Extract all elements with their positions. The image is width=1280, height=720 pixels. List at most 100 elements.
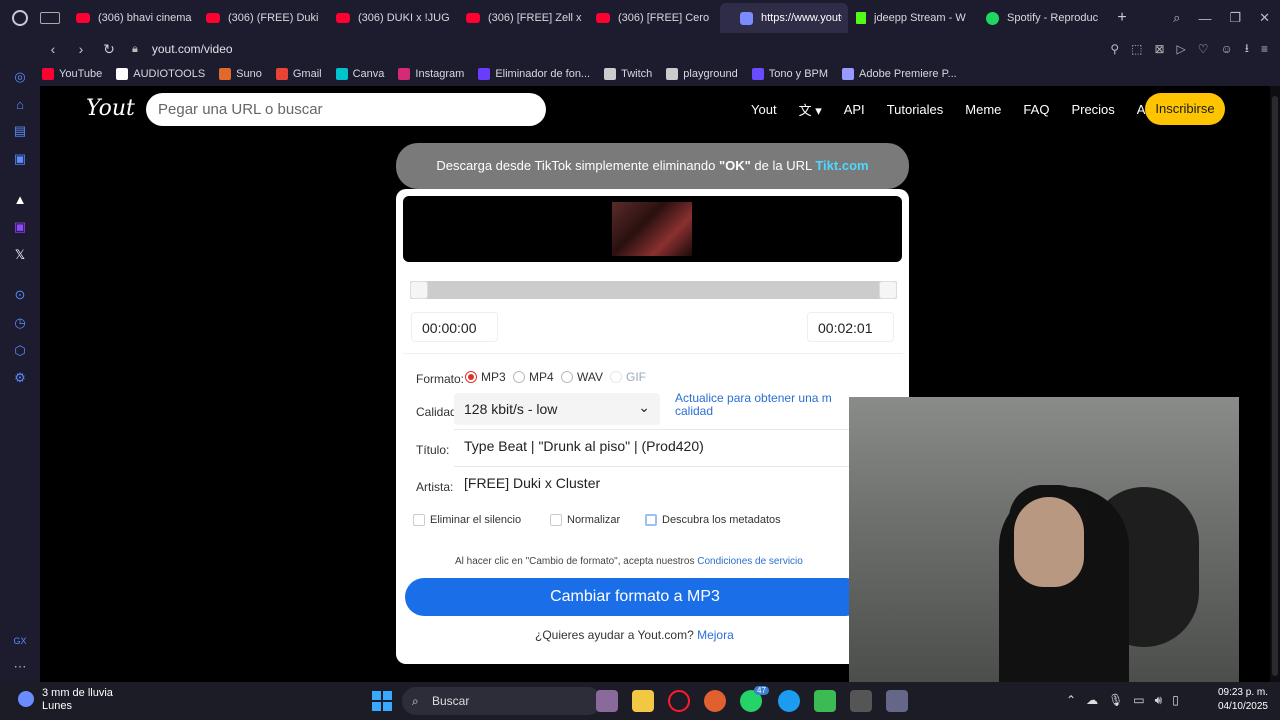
adblock-icon[interactable]: ⊠ bbox=[1154, 42, 1164, 56]
network-icon[interactable]: ▭ bbox=[1133, 693, 1144, 708]
player-icon[interactable]: ⊙ bbox=[13, 288, 27, 302]
bookmark-item[interactable]: YouTube bbox=[42, 68, 102, 80]
trim-start-handle[interactable] bbox=[410, 281, 428, 299]
settings-taskbar-icon[interactable] bbox=[886, 690, 908, 712]
opera-taskbar-icon[interactable] bbox=[668, 690, 690, 712]
x-icon[interactable]: 𝕏 bbox=[13, 248, 27, 262]
bookmark-item[interactable]: playground bbox=[666, 68, 738, 80]
url-search-input[interactable]: Pegar una URL o buscar bbox=[146, 93, 546, 126]
profile-icon[interactable]: ☺ bbox=[1221, 42, 1233, 56]
title-input[interactable]: Type Beat | "Drunk al piso" | (Prod420) bbox=[454, 429, 854, 461]
snapshot-icon[interactable]: ⬚ bbox=[1131, 42, 1142, 56]
messenger-icon[interactable]: ▣ bbox=[13, 152, 27, 166]
format-wav[interactable]: WAV bbox=[561, 370, 603, 384]
tab-switcher-icon[interactable] bbox=[40, 12, 60, 24]
nav-faq[interactable]: FAQ bbox=[1023, 102, 1049, 117]
play-icon[interactable]: ▷ bbox=[1177, 42, 1186, 56]
browser-tab[interactable]: (306) bhavi cinema bbox=[70, 3, 198, 33]
bookmark-item[interactable]: Adobe Premiere P... bbox=[842, 68, 957, 80]
windows-start-icon[interactable] bbox=[372, 691, 392, 711]
start-time-input[interactable]: 00:00:00 bbox=[411, 312, 498, 342]
browser-tab[interactable]: (306) [FREE] Zell x bbox=[460, 3, 588, 33]
maximize-button[interactable]: ❐ bbox=[1229, 10, 1241, 26]
mic-icon[interactable]: 🎙︎ bbox=[1108, 693, 1123, 708]
gx-icon[interactable]: GX bbox=[13, 634, 27, 648]
nav-tutorials[interactable]: Tutoriales bbox=[887, 102, 944, 117]
format-gif[interactable]: GIF bbox=[610, 370, 646, 384]
fruity-loops-icon[interactable] bbox=[704, 690, 726, 712]
scrollbar-thumb[interactable] bbox=[1272, 96, 1278, 676]
history-icon[interactable]: ◷ bbox=[13, 316, 27, 330]
search-tabs-icon[interactable]: ⌕ bbox=[1173, 10, 1180, 26]
browser-tab[interactable]: (306) DUKI x !JUG bbox=[330, 3, 458, 33]
task-view-icon[interactable] bbox=[596, 690, 618, 712]
format-mp4[interactable]: MP4 bbox=[513, 370, 554, 384]
metadata-checkbox[interactable]: Descubra los metadatos bbox=[645, 514, 781, 526]
page-scrollbar[interactable] bbox=[1270, 86, 1280, 682]
pin-icon[interactable]: ⚲ bbox=[1110, 42, 1119, 56]
bookmark-item[interactable]: Eliminador de fon... bbox=[478, 68, 590, 80]
url-field[interactable]: yout.com/video bbox=[152, 42, 233, 56]
improve-link[interactable]: Mejora bbox=[697, 628, 734, 642]
trim-end-handle[interactable] bbox=[879, 281, 897, 299]
heart-icon[interactable]: ♡ bbox=[1198, 42, 1209, 56]
browser-tab[interactable]: Spotify - Reproduc bbox=[980, 3, 1108, 33]
end-time-input[interactable]: 00:02:01 bbox=[807, 312, 894, 342]
artist-input[interactable]: [FREE] Duki x Cluster bbox=[454, 466, 854, 498]
yout-logo[interactable]: Yout bbox=[86, 96, 135, 121]
nav-api[interactable]: API bbox=[844, 102, 865, 117]
reload-icon[interactable]: ↻ bbox=[98, 41, 120, 58]
obs-icon[interactable] bbox=[850, 690, 872, 712]
video-thumbnail[interactable] bbox=[612, 202, 692, 256]
twitch-icon[interactable]: ▣ bbox=[13, 220, 27, 234]
language-icon[interactable]: 文 ▾ bbox=[799, 100, 822, 119]
bookmark-item[interactable]: Suno bbox=[219, 68, 262, 80]
trim-slider[interactable] bbox=[410, 281, 897, 299]
subscribe-button[interactable]: Inscribirse bbox=[1145, 93, 1225, 125]
nav-pricing[interactable]: Precios bbox=[1071, 102, 1114, 117]
extensions-icon[interactable]: ⬡ bbox=[13, 344, 27, 358]
quality-select[interactable]: 128 kbit/s - low ⌄ bbox=[454, 393, 660, 425]
bookmark-item[interactable]: Tono y BPM bbox=[751, 68, 828, 80]
arrow-app-icon[interactable]: ▲ bbox=[13, 193, 27, 207]
nav-meme[interactable]: Meme bbox=[965, 102, 1001, 117]
nav-yout[interactable]: Yout bbox=[751, 102, 777, 117]
chevron-up-icon[interactable]: ⌃ bbox=[1066, 693, 1076, 708]
browser-tab[interactable]: (306) [FREE] Cero bbox=[590, 3, 718, 33]
volume-icon[interactable]: 🔊︎ bbox=[1155, 693, 1163, 708]
file-explorer-icon[interactable] bbox=[632, 690, 654, 712]
terms-link[interactable]: Condiciones de servicio bbox=[697, 556, 803, 567]
browser-tab[interactable]: jdeepp Stream - W bbox=[850, 3, 978, 33]
clock[interactable]: 09:23 p. m. 04/10/2025 bbox=[1218, 686, 1268, 714]
bookmark-item[interactable]: Instagram bbox=[398, 68, 464, 80]
menu-icon[interactable]: ≡ bbox=[1261, 42, 1268, 56]
new-tab-button[interactable]: + bbox=[1110, 9, 1134, 27]
back-icon[interactable]: ‹ bbox=[42, 41, 64, 57]
cloud-icon[interactable]: ☁ bbox=[1086, 693, 1098, 708]
battery-icon[interactable]: ▯ bbox=[1172, 693, 1179, 708]
bookmark-item[interactable]: Canva bbox=[335, 68, 384, 80]
tikt-link[interactable]: Tikt.com bbox=[815, 158, 868, 173]
aria-icon[interactable]: ◎ bbox=[13, 70, 27, 84]
download-icon[interactable]: ⭳ bbox=[1245, 39, 1249, 60]
utorrent-icon[interactable] bbox=[814, 690, 836, 712]
lock-icon[interactable]: 🔒︎ bbox=[132, 43, 138, 56]
browser-tab[interactable]: (306) (FREE) Duki bbox=[200, 3, 328, 33]
normalize-checkbox[interactable]: Normalizar bbox=[550, 514, 620, 526]
close-button[interactable]: ✕ bbox=[1259, 10, 1270, 26]
bookmark-item[interactable]: AUDIOTOOLS bbox=[116, 68, 205, 80]
settings-icon[interactable]: ⚙ bbox=[13, 371, 27, 385]
crypto-icon[interactable]: ▤ bbox=[13, 124, 27, 138]
upgrade-link[interactable]: Actualice para obtener una m calidad bbox=[675, 392, 855, 418]
weather-widget[interactable]: 3 mm de lluvia Lunes bbox=[14, 687, 113, 713]
browser-tab-active[interactable]: https://www.youtube.co bbox=[720, 3, 848, 33]
bookmark-item[interactable]: Twitch bbox=[604, 68, 652, 80]
taskbar-search[interactable]: ⌕ Buscar bbox=[402, 687, 602, 715]
remove-silence-checkbox[interactable]: Eliminar el silencio bbox=[413, 514, 521, 526]
bot-icon[interactable]: ⌂ bbox=[13, 98, 27, 112]
more-icon[interactable]: ⋯ bbox=[13, 660, 27, 674]
minimize-button[interactable]: — bbox=[1198, 11, 1211, 26]
format-mp3[interactable]: MP3 bbox=[465, 370, 506, 384]
opera-menu-icon[interactable] bbox=[0, 0, 40, 36]
edge-icon[interactable] bbox=[778, 690, 800, 712]
